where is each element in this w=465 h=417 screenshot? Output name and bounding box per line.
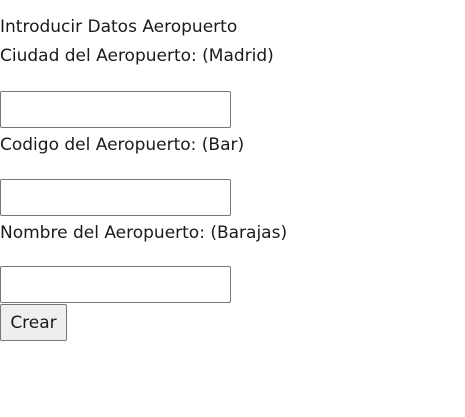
airport-form-page: Introducir Datos Aeropuerto Ciudad del A… — [0, 0, 465, 417]
name-input[interactable] — [0, 266, 231, 303]
city-input[interactable] — [0, 91, 231, 128]
form-title: Introducir Datos Aeropuerto — [0, 17, 238, 37]
code-input[interactable] — [0, 179, 231, 216]
code-label: Codigo del Aeropuerto: (Bar) — [0, 135, 245, 155]
create-button[interactable]: Crear — [0, 304, 67, 341]
city-label: Ciudad del Aeropuerto: (Madrid) — [0, 46, 274, 66]
name-label: Nombre del Aeropuerto: (Barajas) — [0, 223, 288, 243]
